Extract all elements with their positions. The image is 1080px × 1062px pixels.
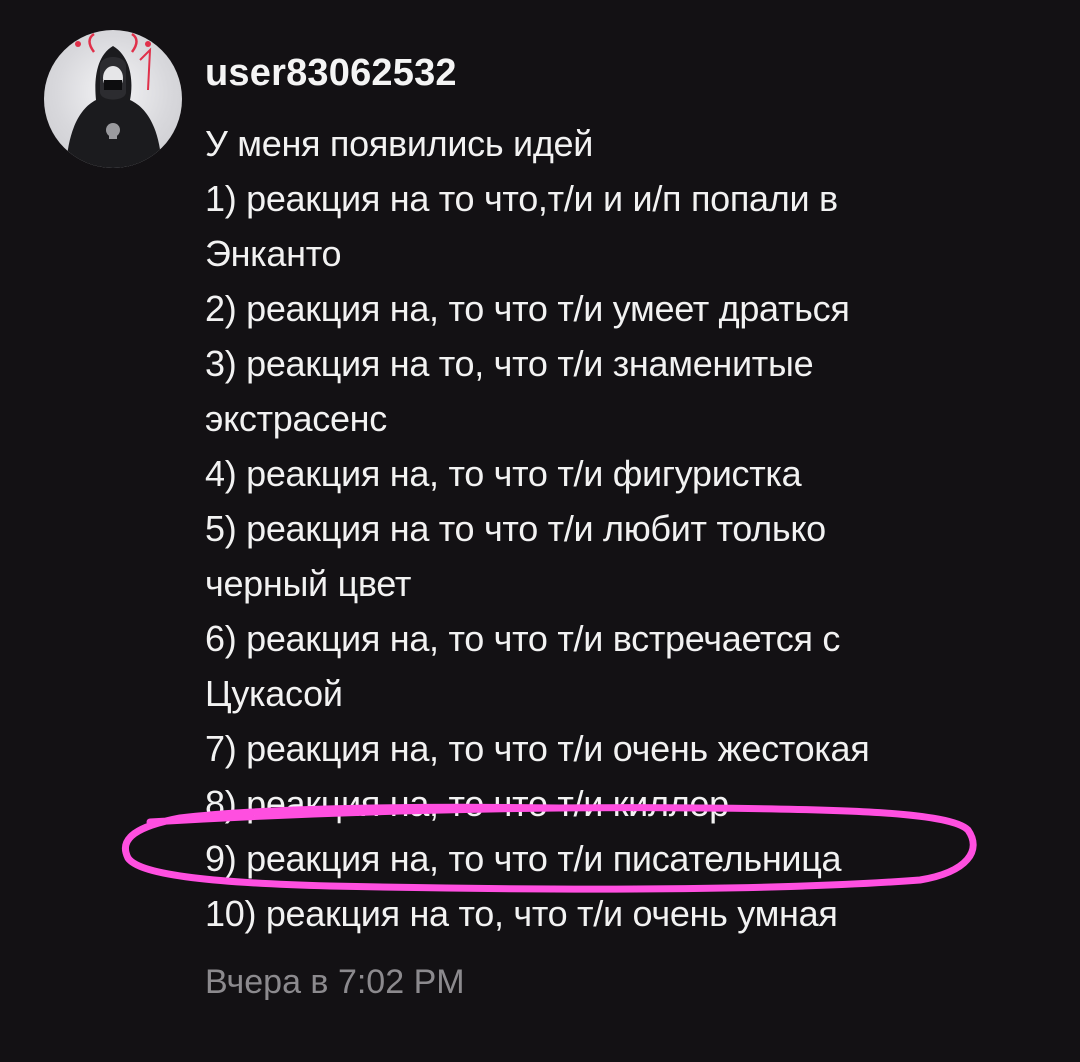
comment-line: 1) реакция на то что,т/и и и/п попали в <box>205 178 838 219</box>
comment-timestamp: Вчера в 7:02 PM <box>205 963 465 1001</box>
user-avatar-icon <box>66 32 162 168</box>
comment-line: 7) реакция на, то что т/и очень жестокая <box>205 728 870 769</box>
comment-line-highlighted: 9) реакция на, то что т/и писательница <box>205 838 842 879</box>
comment-line: 8) реакция на, то что т/и киллер <box>205 783 729 824</box>
comment-line: 5) реакция на то что т/и любит только <box>205 508 826 549</box>
comment-line: черный цвет <box>205 563 412 604</box>
comment-line: 4) реакция на, то что т/и фигуристка <box>205 453 802 494</box>
comment-line: Энканто <box>205 233 342 274</box>
comment-username[interactable]: user83062532 <box>205 52 457 95</box>
comment-line: У меня появились идей <box>205 123 594 164</box>
comment-line: 6) реакция на, то что т/и встречается с <box>205 618 841 659</box>
user-avatar[interactable] <box>44 30 182 168</box>
comment-line: 3) реакция на то, что т/и знаменитые <box>205 343 814 384</box>
comment-line: Цукасой <box>205 673 343 714</box>
comment-item: user83062532 У меня появились идей 1) ре… <box>0 0 1080 1062</box>
comment-line: экстрасенс <box>205 398 387 439</box>
comment-line: 2) реакция на, то что т/и умеет драться <box>205 288 850 329</box>
comment-line: 10) реакция на то, что т/и очень умная <box>205 893 838 934</box>
comment-body: У меня появились идей 1) реакция на то ч… <box>205 116 1065 941</box>
